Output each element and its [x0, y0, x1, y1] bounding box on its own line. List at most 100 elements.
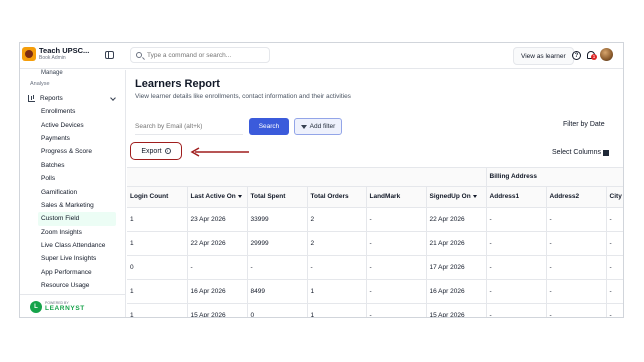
column-header-label: Login Count	[130, 193, 169, 200]
table-body: 1 23 Apr 2026 33999 2-22 Apr 2026- - -1 22 Apr…	[127, 207, 623, 317]
sidebar-item-payments[interactable]: Payments	[38, 132, 116, 145]
table-row[interactable]: 1 15 Apr 2026 0 1-15 Apr 2026- - -	[127, 303, 623, 317]
sidebar-item-custom-field[interactable]: Custom Field	[38, 212, 116, 226]
table-row[interactable]: 0- - - -17 Apr 2026- - -	[127, 255, 623, 280]
sidebar-item-active-devices[interactable]: Active Devices	[38, 118, 116, 131]
table-cell: -	[366, 279, 427, 304]
table-cell: 1	[307, 279, 367, 304]
table-cell: -	[486, 303, 547, 317]
view-as-learner-button[interactable]: View as learner	[513, 47, 574, 65]
table-cell: -	[486, 255, 547, 280]
help-icon[interactable]: ?	[572, 51, 581, 60]
sidebar-item-manage[interactable]: Manage	[41, 70, 63, 76]
column-header[interactable]: Login Count	[127, 186, 188, 208]
export-button[interactable]: Export i	[130, 142, 182, 160]
sidebar-item-live-class-attendance[interactable]: Live Class Attendance	[38, 239, 116, 252]
learnyst-logo: L	[30, 301, 42, 313]
brand[interactable]: Teach UPSC... Book Admin	[22, 47, 89, 61]
sidebar-item-app-performance[interactable]: App Performance	[38, 266, 116, 279]
table-cell: 0	[127, 255, 188, 280]
avatar[interactable]	[600, 48, 613, 61]
table-cell: 15 Apr 2026	[187, 303, 248, 317]
table-cell: 1	[127, 279, 188, 304]
table-cell: 2	[307, 231, 367, 256]
search-button[interactable]: Search	[249, 118, 289, 135]
column-header-label: Total Spent	[250, 193, 286, 200]
table-cell: -	[366, 303, 427, 317]
table-cell: 16 Apr 2026	[426, 279, 487, 304]
sidebar-item-reports[interactable]: Reports	[28, 93, 118, 104]
table-cell: -	[606, 279, 623, 304]
sort-desc-icon[interactable]	[472, 194, 477, 198]
app-window: Teach UPSC... Book Admin View as learner…	[19, 42, 624, 318]
column-header[interactable]: Total Orders	[307, 186, 367, 208]
table-row[interactable]: 1 23 Apr 2026 33999 2-22 Apr 2026- - -	[127, 207, 623, 232]
select-columns-label: Select Columns	[552, 149, 602, 156]
table-cell: 8499	[247, 279, 308, 304]
reports-submenu: Enrollments Active Devices Payments Progres…	[38, 105, 116, 292]
column-header[interactable]: Address2	[546, 186, 607, 208]
table-cell: -	[187, 255, 248, 280]
sort-desc-icon[interactable]	[237, 194, 242, 198]
page-subtitle: View learner details like enrollments, c…	[135, 93, 351, 100]
table-cell: -	[307, 255, 367, 280]
column-header[interactable]: Last Active On	[187, 186, 248, 208]
table-cell: -	[486, 207, 547, 232]
table-cell: -	[606, 207, 623, 232]
column-header[interactable]: SignedUp On	[426, 186, 487, 208]
column-header[interactable]: LandMark	[366, 186, 427, 208]
column-header[interactable]: City	[606, 186, 623, 208]
filter-icon	[300, 124, 307, 129]
sidebar-toggle-icon[interactable]	[105, 51, 114, 59]
column-header[interactable]: Address1	[486, 186, 547, 208]
table-cell: 22 Apr 2026	[187, 231, 248, 256]
select-columns-button[interactable]: Select Columns	[552, 149, 610, 156]
column-header-label: Total Orders	[310, 193, 349, 200]
table-cell: -	[546, 279, 607, 304]
table-cell: 1	[127, 303, 188, 317]
sidebar-item-zoom-insights[interactable]: Zoom Insights	[38, 226, 116, 239]
table-cell: 21 Apr 2026	[426, 231, 487, 256]
chevron-down-icon	[110, 95, 116, 101]
sidebar-item-progress-score[interactable]: Progress & Score	[38, 145, 116, 158]
table-cell: 16 Apr 2026	[187, 279, 248, 304]
sidebar-item-sales-marketing[interactable]: Sales & Marketing	[38, 199, 116, 212]
column-header[interactable]: Total Spent	[247, 186, 308, 208]
table-row[interactable]: 1 22 Apr 2026 29999 2-21 Apr 2026- - -	[127, 231, 623, 256]
table-cell: 33999	[247, 207, 308, 232]
sidebar-section-label: Analyse	[30, 81, 50, 87]
columns-icon	[603, 149, 610, 156]
table-cell: 23 Apr 2026	[187, 207, 248, 232]
sidebar-item-resource-usage[interactable]: Resource Usage	[38, 279, 116, 292]
sidebar-item-gamification[interactable]: Gamification	[38, 185, 116, 198]
search-icon	[136, 52, 142, 58]
sidebar-footer: L POWERED BY LEARNYST	[20, 294, 126, 317]
command-search[interactable]	[130, 47, 270, 63]
table-cell: 22 Apr 2026	[426, 207, 487, 232]
add-filter-button[interactable]: Add filter	[294, 118, 342, 135]
info-icon: i	[164, 148, 171, 154]
top-bar: Teach UPSC... Book Admin View as learner…	[20, 43, 623, 69]
column-header-label: City	[609, 193, 622, 200]
table-cell: -	[546, 207, 607, 232]
sidebar-item-polls[interactable]: Polls	[38, 172, 116, 185]
learners-table: Billing Address Login Count Last Active O…	[127, 167, 623, 317]
sidebar-item-super-live-insights[interactable]: Super Live Insights	[38, 252, 116, 265]
sidebar-item-enrollments[interactable]: Enrollments	[38, 105, 116, 118]
table-cell: -	[606, 231, 623, 256]
command-search-input[interactable]	[147, 51, 257, 59]
column-header-label: Address2	[549, 193, 580, 200]
table-cell: 2	[307, 207, 367, 232]
table-cell: 1	[307, 303, 367, 317]
table-cell: -	[366, 231, 427, 256]
filter-by-date-button[interactable]: Filter by Date	[563, 121, 605, 128]
table-cell: -	[546, 255, 607, 280]
sidebar-item-batches[interactable]: Batches	[38, 159, 116, 172]
brand-title: Teach UPSC...	[39, 46, 90, 55]
email-search-input[interactable]	[135, 119, 243, 135]
sidebar-item-label: Reports	[40, 95, 63, 102]
group-header-empty	[127, 168, 487, 187]
sidebar: Manage Analyse Reports Enrollments Active…	[20, 70, 126, 317]
table-row[interactable]: 1 16 Apr 2026 8499 1-16 Apr 2026- - -	[127, 279, 623, 304]
main-content: Learners Report View learner details lik…	[127, 70, 623, 317]
